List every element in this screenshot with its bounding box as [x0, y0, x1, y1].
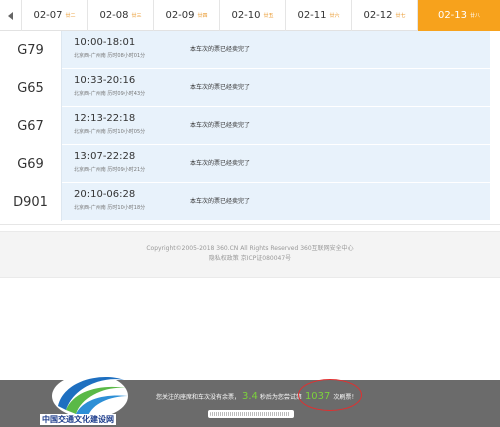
train-route-duration: 北京西-广州南 历时10小时05分	[74, 129, 146, 135]
date-tab[interactable]: 02-08 廿三	[88, 0, 154, 31]
date-tab[interactable]: 02-10 廿五	[220, 0, 286, 31]
copyright-text: Copyright©2005-2018 360.CN All Rights Re…	[146, 245, 354, 252]
row-end-cell	[490, 183, 500, 221]
row-end-cell	[490, 31, 500, 69]
ticket-status: 本车次的票已经卖完了	[190, 46, 251, 53]
date-tab-date: 02-10	[231, 10, 261, 21]
train-row[interactable]: G79 10:00-18:01 北京西-广州南 历时08小时01分 本车次的票已…	[0, 31, 500, 69]
train-route-duration: 北京西-广州南 历时09小时43分	[74, 91, 146, 97]
date-tab-date: 02-08	[99, 10, 129, 21]
train-row[interactable]: G67 12:13-22:18 北京西-广州南 历时10小时05分 本车次的票已…	[0, 107, 500, 145]
ticket-status: 本车次的票已经卖完了	[190, 160, 251, 167]
train-time: 12:13-22:18	[74, 113, 136, 124]
train-route-duration: 北京西-广州南 历时09小时21分	[74, 167, 146, 173]
site-logo-icon	[52, 374, 128, 418]
chevron-left-icon	[7, 11, 13, 20]
date-tab-weekday: 廿四	[197, 13, 208, 19]
date-tab-active[interactable]: 02-13 廿八	[418, 0, 500, 31]
date-tab-date: 02-12	[363, 10, 393, 21]
row-end-cell	[490, 107, 500, 145]
train-route-duration: 北京西-广州南 历时08小时01分	[74, 53, 146, 59]
train-number: G79	[0, 31, 62, 69]
footer-links[interactable]: 隐私权政策 京ICP证080047号	[0, 253, 500, 262]
train-time: 10:00-18:01	[74, 37, 136, 48]
date-tab-weekday: 廿七	[395, 13, 406, 19]
train-row[interactable]: G65 10:33-20:16 北京西-广州南 历时09小时43分 本车次的票已…	[0, 69, 500, 107]
train-row[interactable]: G69 13:07-22:28 北京西-广州南 历时09小时21分 本车次的票已…	[0, 145, 500, 183]
date-tab-date: 02-09	[165, 10, 195, 21]
row-end-cell	[490, 69, 500, 107]
train-number: D901	[0, 183, 62, 221]
ticket-status: 本车次的票已经卖完了	[190, 84, 251, 91]
progress-fill	[210, 412, 290, 416]
train-time: 10:33-20:16	[74, 75, 136, 86]
train-time: 20:10-06:28	[74, 189, 136, 200]
train-number: G65	[0, 69, 62, 107]
date-tab-weekday: 廿三	[131, 13, 142, 19]
refresh-progress-bar	[208, 410, 294, 418]
date-tab[interactable]: 02-07 廿二	[22, 0, 88, 31]
date-tab-weekday: 廿二	[65, 13, 76, 19]
train-number: G69	[0, 145, 62, 183]
countdown-seconds: 3.4	[242, 391, 258, 402]
date-tab-weekday: 廿八	[470, 13, 481, 19]
train-row[interactable]: D901 20:10-06:28 北京西-广州南 历时10小时18分 本车次的票…	[0, 183, 500, 221]
notice-prefix: 您关注的座席和车次没有余票，	[156, 394, 241, 401]
date-tab-date: 02-13	[437, 10, 468, 21]
date-tab-weekday: 廿六	[329, 13, 340, 19]
previous-date-button[interactable]	[0, 0, 22, 31]
train-time: 13:07-22:28	[74, 151, 136, 162]
ticket-status: 本车次的票已经卖完了	[190, 198, 251, 205]
notice-middle: 秒后为您尝试第	[259, 394, 302, 401]
divider	[0, 224, 500, 225]
date-tab-weekday: 廿五	[263, 13, 274, 19]
date-tab[interactable]: 02-12 廿七	[352, 0, 418, 31]
row-end-cell	[490, 145, 500, 183]
date-tab-date: 02-11	[297, 10, 327, 21]
train-route-duration: 北京西-广州南 历时10小时18分	[74, 205, 146, 211]
date-tab[interactable]: 02-11 廿六	[286, 0, 352, 31]
train-number: G67	[0, 107, 62, 145]
date-tab-date: 02-07	[33, 10, 63, 21]
site-logo-text: 中国交通文化建设网	[40, 414, 116, 425]
date-tab-bar: 02-07 廿二 02-08 廿三 02-09 廿四 02-10 廿五 02-11 廿六 …	[0, 0, 500, 31]
highlight-circle	[298, 379, 362, 411]
ticket-status: 本车次的票已经卖完了	[190, 122, 251, 129]
page-footer: Copyright©2005-2018 360.CN All Rights Re…	[0, 231, 500, 278]
date-tab[interactable]: 02-09 廿四	[154, 0, 220, 31]
